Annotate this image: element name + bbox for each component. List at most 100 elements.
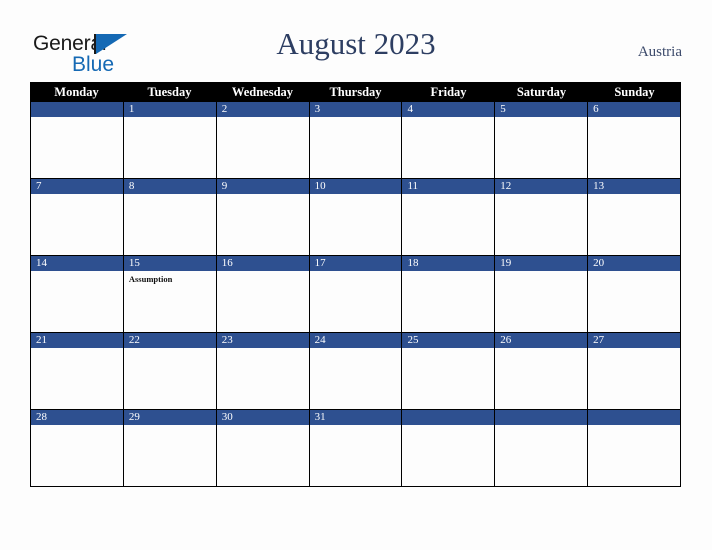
calendar-week-row: 123456 [30,102,682,179]
day-events [217,425,309,486]
weekday-sunday: Sunday [614,85,655,99]
day-number: 5 [495,102,588,117]
calendar-day-cell[interactable]: 16 [216,256,310,332]
day-number [495,410,588,425]
calendar-day-cell[interactable]: 13 [588,179,682,255]
calendar-week-row: 21 22 23 24 25 26 27 [30,333,682,410]
day-events [31,117,123,178]
day-events [402,271,494,332]
calendar-day-cell[interactable]: 30 [216,410,310,486]
day-number: 15 [123,256,216,271]
country-label: Austria [637,44,682,60]
weekday-friday: Friday [430,85,467,99]
calendar-day-cell[interactable]: 11 [402,179,496,255]
day-events [402,117,494,178]
calendar-day-cell[interactable]: 5 [495,102,589,178]
day-events [310,425,402,486]
calendar-day-cell[interactable]: 15 Assumption [123,256,217,332]
day-events [217,117,309,178]
weekday-tuesday: Tuesday [147,85,192,99]
calendar-week-row: 28 29 30 31 [30,410,682,487]
calendar-empty-cell[interactable] [31,102,124,178]
day-number: 13 [588,179,681,194]
day-number: 16 [216,256,309,271]
day-number: 1 [123,102,216,117]
calendar-day-cell[interactable]: 24 [309,333,403,409]
calendar-empty-cell[interactable] [588,410,682,486]
calendar-week-row: 7 8 9 10 11 12 13 [30,179,682,256]
calendar-day-cell[interactable]: 9 [216,179,310,255]
calendar-day-cell[interactable]: 3 [309,102,403,178]
calendar-day-cell[interactable]: 19 [495,256,589,332]
page-header: General Blue August 2023 Austria [0,0,712,82]
calendar-day-cell[interactable]: 18 [402,256,496,332]
day-number: 2 [216,102,309,117]
day-events [31,425,123,486]
day-events [588,425,680,486]
day-events [588,348,680,409]
day-events [495,348,587,409]
day-number: 25 [402,333,495,348]
day-events [495,425,587,486]
calendar-day-cell[interactable]: 8 [123,179,217,255]
day-events [31,271,123,332]
day-number: 29 [123,410,216,425]
day-events [402,348,494,409]
page-title: August 2023 [276,26,436,61]
day-number: 18 [402,256,495,271]
day-number: 21 [31,333,123,348]
day-events [31,194,123,255]
day-events [310,194,402,255]
weekday-monday: Monday [54,85,99,99]
day-number [402,410,495,425]
calendar-day-cell[interactable]: 27 [588,333,682,409]
day-number: 7 [31,179,123,194]
weekday-saturday: Saturday [516,85,567,99]
calendar-day-cell[interactable]: 31 [309,410,403,486]
calendar-day-cell[interactable]: 26 [495,333,589,409]
day-number: 27 [588,333,681,348]
day-number: 20 [588,256,681,271]
holiday-event: Assumption [128,274,173,284]
day-number: 14 [31,256,123,271]
day-number: 17 [309,256,402,271]
day-events: Assumption [124,271,216,332]
calendar-grid: Monday Tuesday Wednesday Thursday Friday… [30,82,682,487]
calendar-day-cell[interactable]: 12 [495,179,589,255]
day-number: 28 [31,410,123,425]
calendar-day-cell[interactable]: 6 [588,102,682,178]
day-number: 9 [216,179,309,194]
calendar-day-cell[interactable]: 20 [588,256,682,332]
day-number: 8 [123,179,216,194]
day-number: 22 [123,333,216,348]
day-events [310,348,402,409]
calendar-day-cell[interactable]: 14 [31,256,124,332]
day-events [310,271,402,332]
day-events [124,194,216,255]
calendar-empty-cell[interactable] [495,410,589,486]
calendar-day-cell[interactable]: 22 [123,333,217,409]
day-events [402,425,494,486]
calendar-day-cell[interactable]: 28 [31,410,124,486]
day-number: 3 [309,102,402,117]
calendar-day-cell[interactable]: 25 [402,333,496,409]
calendar-empty-cell[interactable] [402,410,496,486]
day-number: 19 [495,256,588,271]
weekday-wednesday: Wednesday [231,85,294,99]
calendar-day-cell[interactable]: 1 [123,102,217,178]
day-events [217,348,309,409]
day-number: 23 [216,333,309,348]
calendar-day-cell[interactable]: 4 [402,102,496,178]
day-events [217,194,309,255]
calendar-day-cell[interactable]: 23 [216,333,310,409]
calendar-day-cell[interactable]: 21 [31,333,124,409]
day-number: 30 [216,410,309,425]
day-number [588,410,681,425]
calendar-day-cell[interactable]: 29 [123,410,217,486]
calendar-day-cell[interactable]: 17 [309,256,403,332]
calendar-day-cell[interactable]: 2 [216,102,310,178]
calendar-day-cell[interactable]: 7 [31,179,124,255]
day-events [588,194,680,255]
weekday-header-row: Monday Tuesday Wednesday Thursday Friday… [30,82,681,102]
calendar-day-cell[interactable]: 10 [309,179,403,255]
